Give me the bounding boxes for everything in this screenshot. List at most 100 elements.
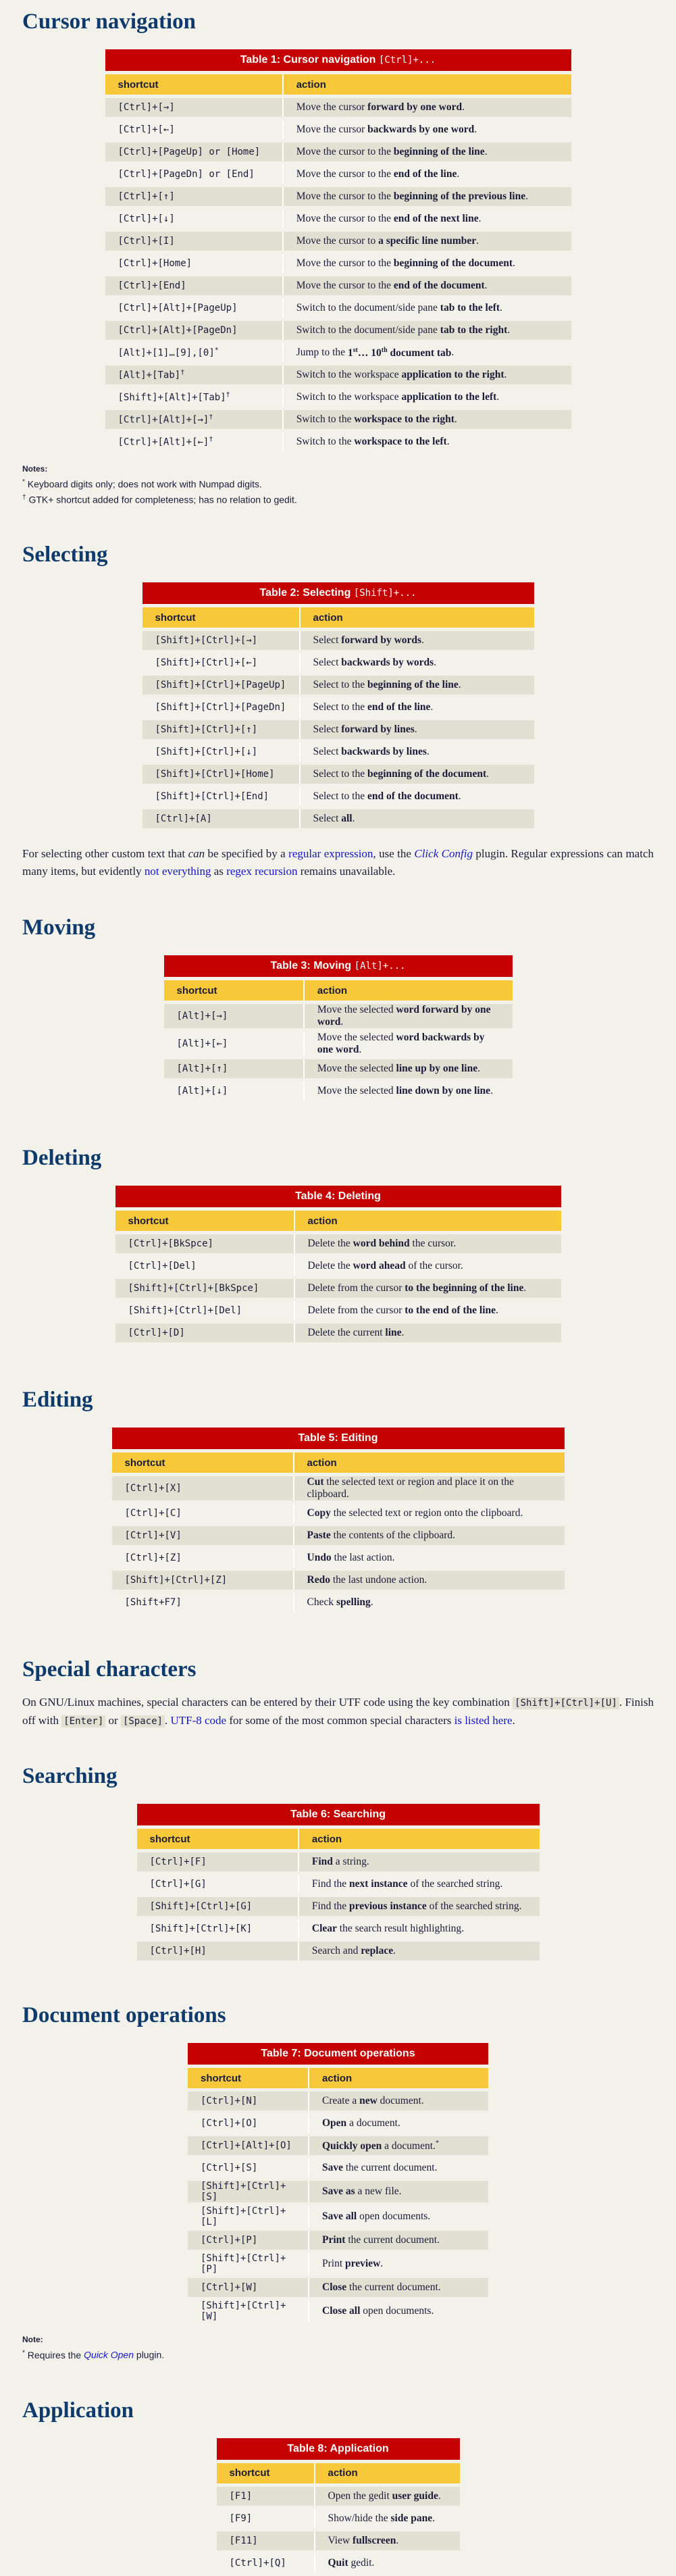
note-1: * Keyboard digits only; does not work wi… <box>22 478 262 490</box>
action-cell: Switch to the workspace to the left. <box>282 432 571 451</box>
shortcut-cell: [Shift]+[Ctrl]+[↑] <box>142 720 299 740</box>
action-cell: Select forward by lines. <box>298 720 534 740</box>
shortcut-cell: [Ctrl]+[→] <box>105 98 282 117</box>
shortcut-cell: [Shift]+[Ctrl]+[L] <box>201 2206 286 2228</box>
header-shortcut: shortcut <box>118 78 159 91</box>
table-row: [Ctrl]+[F] Find a string. <box>136 1852 540 1872</box>
shortcut-cell: [Ctrl]+[G] <box>149 1879 207 1890</box>
table-row: [Alt]+[↓] Move the selected line down by … <box>164 1082 513 1101</box>
table-row: [Ctrl]+[O] Open a document. <box>188 2114 488 2133</box>
action-cell: Delete the word behind the cursor. <box>293 1234 561 1254</box>
shortcut-cell: [Alt]+[1]…[9],[0]* <box>118 347 219 359</box>
table-row: [Ctrl]+[Alt]+[PageUp] Switch to the docum… <box>105 299 571 318</box>
action-cell: Print the current document. <box>308 2231 488 2250</box>
table-row: [Shift]+[Ctrl]+[K] Clear the search resul… <box>137 1919 540 1939</box>
header-action: action <box>298 607 534 628</box>
table-row: [Ctrl]+[I] Move the cursor to a specific … <box>105 232 571 251</box>
action-cell: Move the cursor to the beginning of the … <box>282 254 571 273</box>
shortcut-cell: [Ctrl]+[H] <box>136 1942 298 1961</box>
action-cell: Show/hide the side pane. <box>313 2508 460 2528</box>
shortcut-cell: [Shift]+[Ctrl]+[→] <box>142 631 299 651</box>
section-title-application: Application <box>22 2398 134 2423</box>
table-row: [Ctrl]+[P] Print the current document. <box>188 2231 488 2250</box>
action-cell: Move the cursor to the end of the next l… <box>282 209 571 228</box>
action-cell: Cut the selected text or region and plac… <box>292 1476 565 1501</box>
table-caption: Table 4: Deleting <box>115 1186 561 1208</box>
action-cell: Move the cursor forward by one word. <box>282 98 571 117</box>
table-row: [Shift]+[Ctrl]+[PageUp] Select to the beg… <box>142 676 534 695</box>
link-utf8-code[interactable]: UTF-8 code <box>170 1714 226 1727</box>
shortcut-cell: [F9] <box>229 2512 253 2524</box>
shortcut-cell: [Shift]+[Ctrl]+[Del] <box>128 1305 242 1317</box>
header-shortcut: shortcut <box>201 2072 241 2084</box>
section-title-deleting: Deleting <box>22 1146 102 1171</box>
header-shortcut: shortcut <box>149 1833 190 1845</box>
shortcut-cell: [Shift]+[Ctrl]+[↓] <box>155 747 258 758</box>
table-row: [Ctrl]+[Home] Move the cursor to the begi… <box>105 254 571 273</box>
table-header-row: shortcut action <box>188 2068 488 2089</box>
action-cell: Delete from the cursor to the beginning … <box>293 1279 561 1298</box>
table-row: [Shift]+[Ctrl]+[W] Close all open documen… <box>188 2300 488 2323</box>
shortcut-cell: [Shift]+[Ctrl]+[Z] <box>111 1571 293 1590</box>
special-characters-paragraph: On GNU/Linux machines, special character… <box>22 1696 654 1728</box>
note-2: † GTK+ shortcut added for completeness; … <box>22 493 297 505</box>
action-cell: Find the next instance of the searched s… <box>297 1875 540 1894</box>
link-not-everything[interactable]: not everything <box>145 865 211 878</box>
shortcut-cell: [Ctrl]+[N] <box>188 2092 308 2111</box>
shortcut-cell: [Ctrl]+[Del] <box>128 1261 197 1272</box>
action-cell: Move the cursor to a specific line numbe… <box>282 232 571 251</box>
table-row: [Shift]+[Ctrl]+[G] Find the previous inst… <box>136 1897 540 1917</box>
table-row: [Ctrl]+[PageUp] or [Home] Move the cursor… <box>105 143 571 161</box>
notes-label: Note: <box>22 2335 43 2345</box>
selecting-paragraph: For selecting other custom text that can… <box>22 847 654 878</box>
table-caption: Table 6: Searching <box>136 1804 540 1826</box>
table-row: [Shift]+[Ctrl]+[P] Print preview. <box>188 2253 488 2275</box>
action-cell: View fullscreen. <box>313 2531 460 2550</box>
action-cell: Move the cursor to the beginning of the … <box>282 143 571 161</box>
action-cell: Move the cursor to the end of the docume… <box>282 276 571 295</box>
table-caption: Table 2: Selecting [Shift]+... <box>142 582 534 605</box>
notes-cursor: Notes: * Keyboard digits only; does not … <box>22 461 654 506</box>
table-row: [Shift]+[Ctrl]+[↓] Select backwards by li… <box>142 742 534 762</box>
section-title-document-operations: Document operations <box>22 2003 226 2028</box>
action-cell: Open the gedit user guide. <box>313 2486 460 2506</box>
table-row: [F1] Open the gedit user guide. <box>216 2486 460 2506</box>
table-editing: Table 5: Editing shortcut action [Ctrl]+[X]… <box>111 1424 565 1615</box>
link-click-config[interactable]: Click Config <box>414 847 473 860</box>
table-row: [Ctrl]+[BkSpce] Delete the word behind th… <box>115 1234 561 1254</box>
table-header-row: shortcut action <box>115 1211 561 1232</box>
shortcut-cell: [Ctrl]+[Q] <box>229 2557 286 2569</box>
shortcut-cell: [Alt]+[←] <box>176 1038 228 1050</box>
link-regular-expression[interactable]: regular expression <box>288 847 373 860</box>
link-listed-here[interactable]: is listed here <box>454 1714 513 1727</box>
action-cell: Create a new document. <box>308 2092 488 2111</box>
action-cell: Delete the word ahead of the cursor. <box>293 1257 561 1276</box>
link-quick-open[interactable]: Quick Open <box>84 2350 134 2360</box>
shortcut-cell: [Ctrl]+[Home] <box>118 258 192 269</box>
action-cell: Select to the end of the line. <box>298 698 534 717</box>
table-row: [Alt]+[→] Move the selected word forward … <box>163 1004 513 1029</box>
table-row: [Ctrl]+[End] Move the cursor to the end o… <box>105 276 571 295</box>
action-cell: Select to the beginning of the document. <box>298 765 534 784</box>
table-row: [Ctrl]+[Alt]+[O] Quickly open a document.… <box>188 2136 488 2156</box>
table-row: [Shift]+[Ctrl]+[End] Select to the end of… <box>142 787 534 807</box>
shortcut-cell: [Shift]+[Ctrl]+[Home] <box>142 765 299 784</box>
header-shortcut: shortcut <box>155 611 196 624</box>
table-row: [Shift]+[Ctrl]+[BkSpce] Delete from the c… <box>115 1279 561 1298</box>
action-cell: Find the previous instance of the search… <box>297 1897 540 1917</box>
notes-docops: Note: * Requires the Quick Open plugin. <box>22 2335 165 2360</box>
action-cell: Find a string. <box>297 1852 540 1872</box>
shortcut-cell: [Shift]+[Ctrl]+[←] <box>155 657 258 669</box>
action-cell: Move the selected line up by one line. <box>303 1059 513 1079</box>
table-row: [Ctrl]+[Alt]+[←]† Switch to the workspace… <box>105 432 571 451</box>
action-cell: Switch to the workspace application to t… <box>282 388 571 407</box>
table-searching: Table 6: Searching shortcut action [Ctrl]+[… <box>136 1800 540 1964</box>
shortcut-cell: [Ctrl]+[Alt]+[PageUp] <box>118 303 238 313</box>
shortcut-cell: [Ctrl]+[W] <box>188 2278 308 2298</box>
table-row: [Shift]+[Ctrl]+[Home] Select to the begin… <box>142 765 534 784</box>
action-cell: Open a document. <box>308 2114 488 2133</box>
link-regex-recursion[interactable]: regex recursion <box>226 865 297 878</box>
section-title-selecting: Selecting <box>22 542 108 567</box>
header-action: action <box>292 1453 565 1473</box>
shortcut-cell: [Shift]+[Ctrl]+[S] <box>188 2181 308 2203</box>
